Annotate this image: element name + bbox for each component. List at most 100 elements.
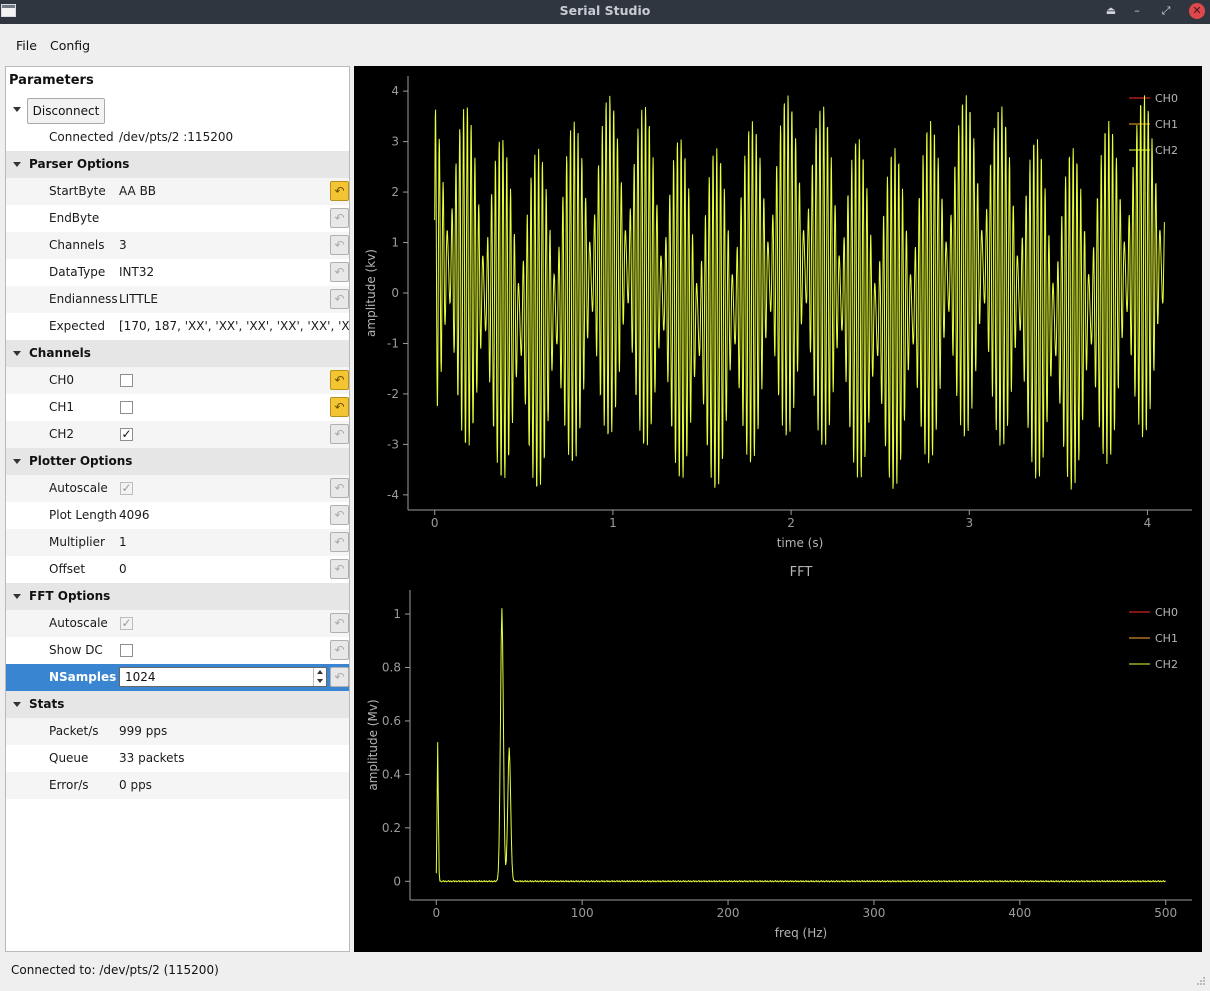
minimize-icon[interactable]: –: [1128, 2, 1146, 20]
fft-autoscale-checkbox[interactable]: ✓: [120, 617, 133, 630]
plot-autoscale-row[interactable]: Autoscale ✓ ↶: [6, 475, 349, 502]
show-dc-row[interactable]: Show DC ↶: [6, 637, 349, 664]
reset-icon[interactable]: ↶: [330, 505, 349, 525]
group-label: Parser Options: [29, 157, 130, 171]
plot-length-value[interactable]: 4096: [119, 508, 150, 522]
reset-icon[interactable]: ↶: [330, 262, 349, 282]
spin-arrows[interactable]: [313, 668, 326, 686]
datatype-row[interactable]: DataType INT32 ↶: [6, 259, 349, 286]
channels-count-value[interactable]: 3: [119, 238, 127, 252]
nsamples-spinbox[interactable]: 1024: [119, 667, 327, 687]
connected-value: /dev/pts/2 :115200: [119, 130, 234, 144]
plot-autoscale-checkbox[interactable]: ✓: [120, 482, 133, 495]
multiplier-value[interactable]: 1: [119, 535, 127, 549]
reset-icon[interactable]: ↶: [330, 208, 349, 228]
reset-icon[interactable]: ↶: [330, 559, 349, 579]
fft-autoscale-row[interactable]: Autoscale ✓ ↶: [6, 610, 349, 637]
collapse-arrow-icon[interactable]: [13, 162, 21, 167]
connected-row: Connected /dev/pts/2 :115200: [6, 124, 349, 151]
reset-icon[interactable]: ↶: [330, 640, 349, 660]
legend-entry: CH1: [1155, 632, 1178, 645]
stats-group[interactable]: Stats: [6, 691, 349, 718]
ch0-checkbox[interactable]: [120, 374, 133, 387]
y-tick-label: -3: [387, 437, 399, 451]
group-label: Plotter Options: [29, 454, 133, 468]
reset-icon[interactable]: ↶: [330, 478, 349, 498]
nsamples-value[interactable]: 1024: [125, 670, 156, 684]
ch2-checkbox[interactable]: ✓: [120, 428, 133, 441]
disconnect-button[interactable]: Disconnect: [27, 98, 105, 124]
ch2-row[interactable]: CH2 ✓ ↶: [6, 421, 349, 448]
spin-up-icon[interactable]: [317, 670, 323, 674]
x-tick-label: 0: [432, 906, 440, 920]
startbyte-value[interactable]: AA BB: [119, 184, 156, 198]
channels-count-label: Channels: [49, 238, 105, 252]
plot-area: 0 1 2 3 4 -4 -3 -2 -1 0 1 2 3 4 time (s) amplitude (kv)…: [354, 66, 1202, 952]
endbyte-row[interactable]: EndByte ↶: [6, 205, 349, 232]
y-tick-label: 3: [391, 135, 399, 149]
channels-group[interactable]: Channels: [6, 340, 349, 367]
collapse-arrow-icon[interactable]: [13, 107, 21, 112]
collapse-arrow-icon[interactable]: [13, 702, 21, 707]
offset-row[interactable]: Offset 0 ↶: [6, 556, 349, 583]
parser-options-group[interactable]: Parser Options: [6, 151, 349, 178]
plotter-options-group[interactable]: Plotter Options: [6, 448, 349, 475]
spin-down-icon[interactable]: [317, 679, 323, 683]
x-axis-label: freq (Hz): [775, 926, 827, 940]
status-bar: Connected to: /dev/pts/2 (115200): [0, 957, 1210, 991]
y-tick-label: 0.6: [382, 714, 401, 728]
datatype-value[interactable]: INT32: [119, 265, 154, 279]
connection-group[interactable]: Disconnect: [6, 96, 349, 124]
close-icon[interactable]: ✕: [1189, 3, 1205, 19]
offset-value[interactable]: 0: [119, 562, 127, 576]
y-tick-label: -4: [387, 488, 399, 502]
reset-icon[interactable]: ↶: [330, 235, 349, 255]
startbyte-row[interactable]: StartByte AA BB ↶: [6, 178, 349, 205]
plots-svg[interactable]: 0 1 2 3 4 -4 -3 -2 -1 0 1 2 3 4 time (s) amplitude (kv)…: [354, 66, 1202, 952]
show-dc-checkbox[interactable]: [120, 644, 133, 657]
show-dc-label: Show DC: [49, 643, 103, 657]
reset-icon[interactable]: ↶: [330, 181, 349, 201]
x-tick-label: 1: [609, 516, 617, 530]
group-label: FFT Options: [29, 589, 111, 603]
legend-entry: CH2: [1155, 144, 1178, 157]
ch0-row[interactable]: CH0 ↶: [6, 367, 349, 394]
errors-label: Error/s: [49, 778, 89, 792]
multiplier-row[interactable]: Multiplier 1 ↶: [6, 529, 349, 556]
reset-icon[interactable]: ↶: [330, 289, 349, 309]
reset-icon[interactable]: ↶: [330, 397, 349, 417]
endianness-value[interactable]: LITTLE: [119, 292, 158, 306]
fft-options-group[interactable]: FFT Options: [6, 583, 349, 610]
x-tick-label: 2: [787, 516, 795, 530]
x-tick-label: 400: [1008, 906, 1031, 920]
menu-config[interactable]: Config: [50, 38, 90, 53]
y-tick-label: 0: [393, 874, 401, 888]
x-tick-label: 4: [1144, 516, 1152, 530]
reset-icon[interactable]: ↶: [330, 613, 349, 633]
nsamples-row[interactable]: NSamples 1024 ↶: [6, 664, 349, 691]
queue-label: Queue: [49, 751, 89, 765]
channels-count-row[interactable]: Channels 3 ↶: [6, 232, 349, 259]
packets-label: Packet/s: [49, 724, 99, 738]
reset-icon[interactable]: ↶: [330, 424, 349, 444]
maximize-icon[interactable]: ⤢: [1157, 2, 1175, 20]
collapse-arrow-icon[interactable]: [13, 459, 21, 464]
collapse-arrow-icon[interactable]: [13, 351, 21, 356]
y-tick-label: 0: [391, 286, 399, 300]
plot-length-row[interactable]: Plot Length 4096 ↶: [6, 502, 349, 529]
keep-above-icon[interactable]: ⏏: [1102, 2, 1120, 20]
expected-row: Expected [170, 187, 'XX', 'XX', 'XX', 'X…: [6, 313, 349, 340]
x-tick-label: 500: [1154, 906, 1177, 920]
reset-icon[interactable]: ↶: [330, 370, 349, 390]
reset-icon[interactable]: ↶: [330, 532, 349, 552]
reset-icon[interactable]: ↶: [330, 667, 349, 687]
plot-length-label: Plot Length: [49, 508, 117, 522]
expected-label: Expected: [49, 319, 105, 333]
ch1-row[interactable]: CH1 ↶: [6, 394, 349, 421]
endianness-row[interactable]: Endianness LITTLE ↶: [6, 286, 349, 313]
legend-entry: CH0: [1155, 92, 1178, 105]
collapse-arrow-icon[interactable]: [13, 594, 21, 599]
menu-file[interactable]: File: [16, 38, 37, 53]
ch1-checkbox[interactable]: [120, 401, 133, 414]
resize-grip-icon[interactable]: [1196, 976, 1206, 986]
